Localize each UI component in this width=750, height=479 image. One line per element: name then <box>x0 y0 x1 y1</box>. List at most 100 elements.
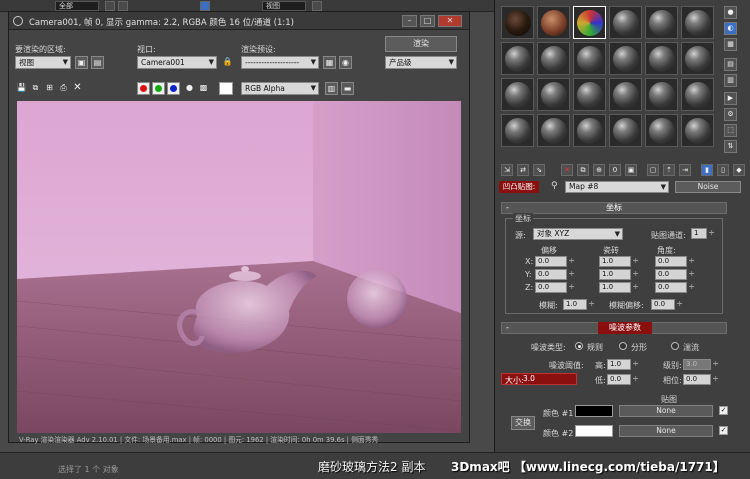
material-slot[interactable] <box>537 114 570 147</box>
auto-region-icon[interactable]: ▤ <box>91 56 104 69</box>
turbulence-radio[interactable] <box>671 342 679 350</box>
material-slot[interactable] <box>501 42 534 75</box>
eyedropper-icon[interactable]: ⚲ <box>551 181 561 193</box>
channel-display-select[interactable]: RGB Alpha ▼ <box>241 82 319 95</box>
blur-offset-spinner[interactable]: 0.0 <box>651 299 683 310</box>
select-move-icon[interactable] <box>200 1 210 11</box>
material-slot[interactable] <box>645 114 678 147</box>
toggle-overlay-icon[interactable]: ▬ <box>341 82 354 95</box>
blur-spinner[interactable]: 1.0 <box>563 299 595 310</box>
material-slot[interactable] <box>501 6 534 39</box>
material-slot[interactable] <box>681 114 714 147</box>
reference-coord-select[interactable]: 视图 <box>262 1 306 11</box>
swap-button[interactable]: 交换 <box>511 416 535 430</box>
color1-swatch[interactable] <box>575 405 613 417</box>
offset-z-spinner[interactable]: 0.0 <box>535 282 575 293</box>
show-map-icon[interactable]: ▣ <box>625 164 637 176</box>
clone-window-icon[interactable]: ⊞ <box>43 82 56 95</box>
make-unique-icon[interactable]: ⧉ <box>577 164 589 176</box>
color-swatch[interactable] <box>219 82 233 95</box>
select-icon[interactable] <box>105 1 115 11</box>
select-by-material-icon[interactable]: ⬚ <box>724 124 737 137</box>
offset-x-spinner[interactable]: 0.0 <box>535 256 575 267</box>
angle-u-spinner[interactable]: 0.0 <box>655 256 695 267</box>
color2-map-button[interactable]: None <box>619 425 713 437</box>
video-check-icon[interactable]: ▥ <box>724 74 737 87</box>
blue-channel-toggle[interactable] <box>167 82 180 95</box>
material-navigator-icon[interactable]: ⇅ <box>724 140 737 153</box>
clear-icon[interactable]: ✕ <box>71 82 84 95</box>
regular-radio[interactable] <box>575 342 583 350</box>
tiling-y-spinner[interactable]: 1.0 <box>599 269 639 280</box>
save-image-icon[interactable]: 💾 <box>15 82 28 95</box>
copy-image-icon[interactable]: ⧉ <box>29 82 42 95</box>
material-slot[interactable] <box>573 114 606 147</box>
material-slot[interactable] <box>609 114 642 147</box>
pivot-icon[interactable] <box>312 1 322 11</box>
map-type-button[interactable]: Noise <box>675 181 741 193</box>
monochrome-icon[interactable]: ▩ <box>197 82 210 95</box>
material-slot[interactable] <box>681 78 714 111</box>
reset-map-icon[interactable]: ✕ <box>561 164 573 176</box>
coordinates-rollout-header[interactable]: - 坐标 <box>501 202 727 214</box>
angle-w-spinner[interactable]: 0.0 <box>655 282 695 293</box>
backlight-icon[interactable]: ◐ <box>724 22 737 35</box>
material-id-icon[interactable]: 0 <box>609 164 621 176</box>
put-to-scene-icon[interactable]: ⇄ <box>517 164 529 176</box>
color2-swatch[interactable] <box>575 425 613 437</box>
material-slot[interactable] <box>609 6 642 39</box>
print-icon[interactable]: ⎙ <box>57 82 70 95</box>
material-slot[interactable] <box>609 42 642 75</box>
map-channel-spinner[interactable]: 1 <box>691 228 715 239</box>
green-channel-toggle[interactable] <box>152 82 165 95</box>
quality-select[interactable]: 产品级 ▼ <box>385 56 457 69</box>
material-slot[interactable] <box>501 114 534 147</box>
render-button[interactable]: 渲染 <box>385 36 457 52</box>
map-name-field[interactable]: Map #8 ▼ <box>565 181 669 193</box>
show-end-result-icon[interactable]: ▢ <box>647 164 659 176</box>
pick-by-object-icon[interactable]: ▮ <box>701 164 713 176</box>
render-preset-select[interactable]: -------------------- ▼ <box>241 56 319 69</box>
make-preview-icon[interactable]: ▶ <box>724 92 737 105</box>
tiling-x-spinner[interactable]: 1.0 <box>599 256 639 267</box>
angle-v-spinner[interactable]: 0.0 <box>655 269 695 280</box>
uv-tiling-icon[interactable]: ▤ <box>724 58 737 71</box>
material-slot[interactable] <box>681 42 714 75</box>
edit-region-icon[interactable]: ▣ <box>75 56 88 69</box>
background-icon[interactable]: ▦ <box>724 38 737 51</box>
maximize-icon[interactable]: □ <box>420 15 435 27</box>
alpha-channel-icon[interactable]: ● <box>183 82 196 95</box>
low-spinner[interactable]: 0.0 <box>607 374 639 385</box>
high-spinner[interactable]: 1.0 <box>607 359 639 370</box>
select-region-icon[interactable] <box>118 1 128 11</box>
minimize-icon[interactable]: – <box>402 15 417 27</box>
source-select[interactable]: 对象 XYZ ▼ <box>533 228 623 240</box>
assign-material-icon[interactable]: ⇘ <box>533 164 545 176</box>
go-forward-sibling-icon[interactable]: ⇥ <box>679 164 691 176</box>
get-material-icon[interactable]: ⇲ <box>501 164 513 176</box>
options-icon[interactable]: ⚙ <box>724 108 737 121</box>
material-slot[interactable] <box>645 42 678 75</box>
put-to-library-icon[interactable]: ⊕ <box>593 164 605 176</box>
size-spinner[interactable]: 3.0 <box>523 374 567 384</box>
fractal-radio[interactable] <box>619 342 627 350</box>
color2-map-checkbox[interactable]: ✓ <box>719 426 728 435</box>
material-slot[interactable] <box>573 78 606 111</box>
offset-y-spinner[interactable]: 0.0 <box>535 269 575 280</box>
material-slot[interactable] <box>645 6 678 39</box>
select-object-icon[interactable]: ▯ <box>717 164 729 176</box>
environment-icon[interactable]: ◉ <box>339 56 352 69</box>
material-slot[interactable] <box>501 78 534 111</box>
go-to-parent-icon[interactable]: ⇡ <box>663 164 675 176</box>
sample-type-icon[interactable]: ● <box>724 6 737 19</box>
tiling-z-spinner[interactable]: 1.0 <box>599 282 639 293</box>
material-slot[interactable] <box>537 78 570 111</box>
viewport-select[interactable]: Camera001 ▼ <box>137 56 217 69</box>
render-area-select[interactable]: 视图 ▼ <box>15 56 71 69</box>
selection-filter-select[interactable]: 全部 <box>55 1 99 11</box>
phase-spinner[interactable]: 0.0 <box>683 374 719 385</box>
material-options-icon[interactable]: ◆ <box>733 164 745 176</box>
levels-spinner[interactable]: 3.0 <box>683 359 719 370</box>
render-window-titlebar[interactable]: Camera001, 帧 0, 显示 gamma: 2.2, RGBA 颜色 1… <box>9 12 469 30</box>
color1-map-checkbox[interactable]: ✓ <box>719 406 728 415</box>
